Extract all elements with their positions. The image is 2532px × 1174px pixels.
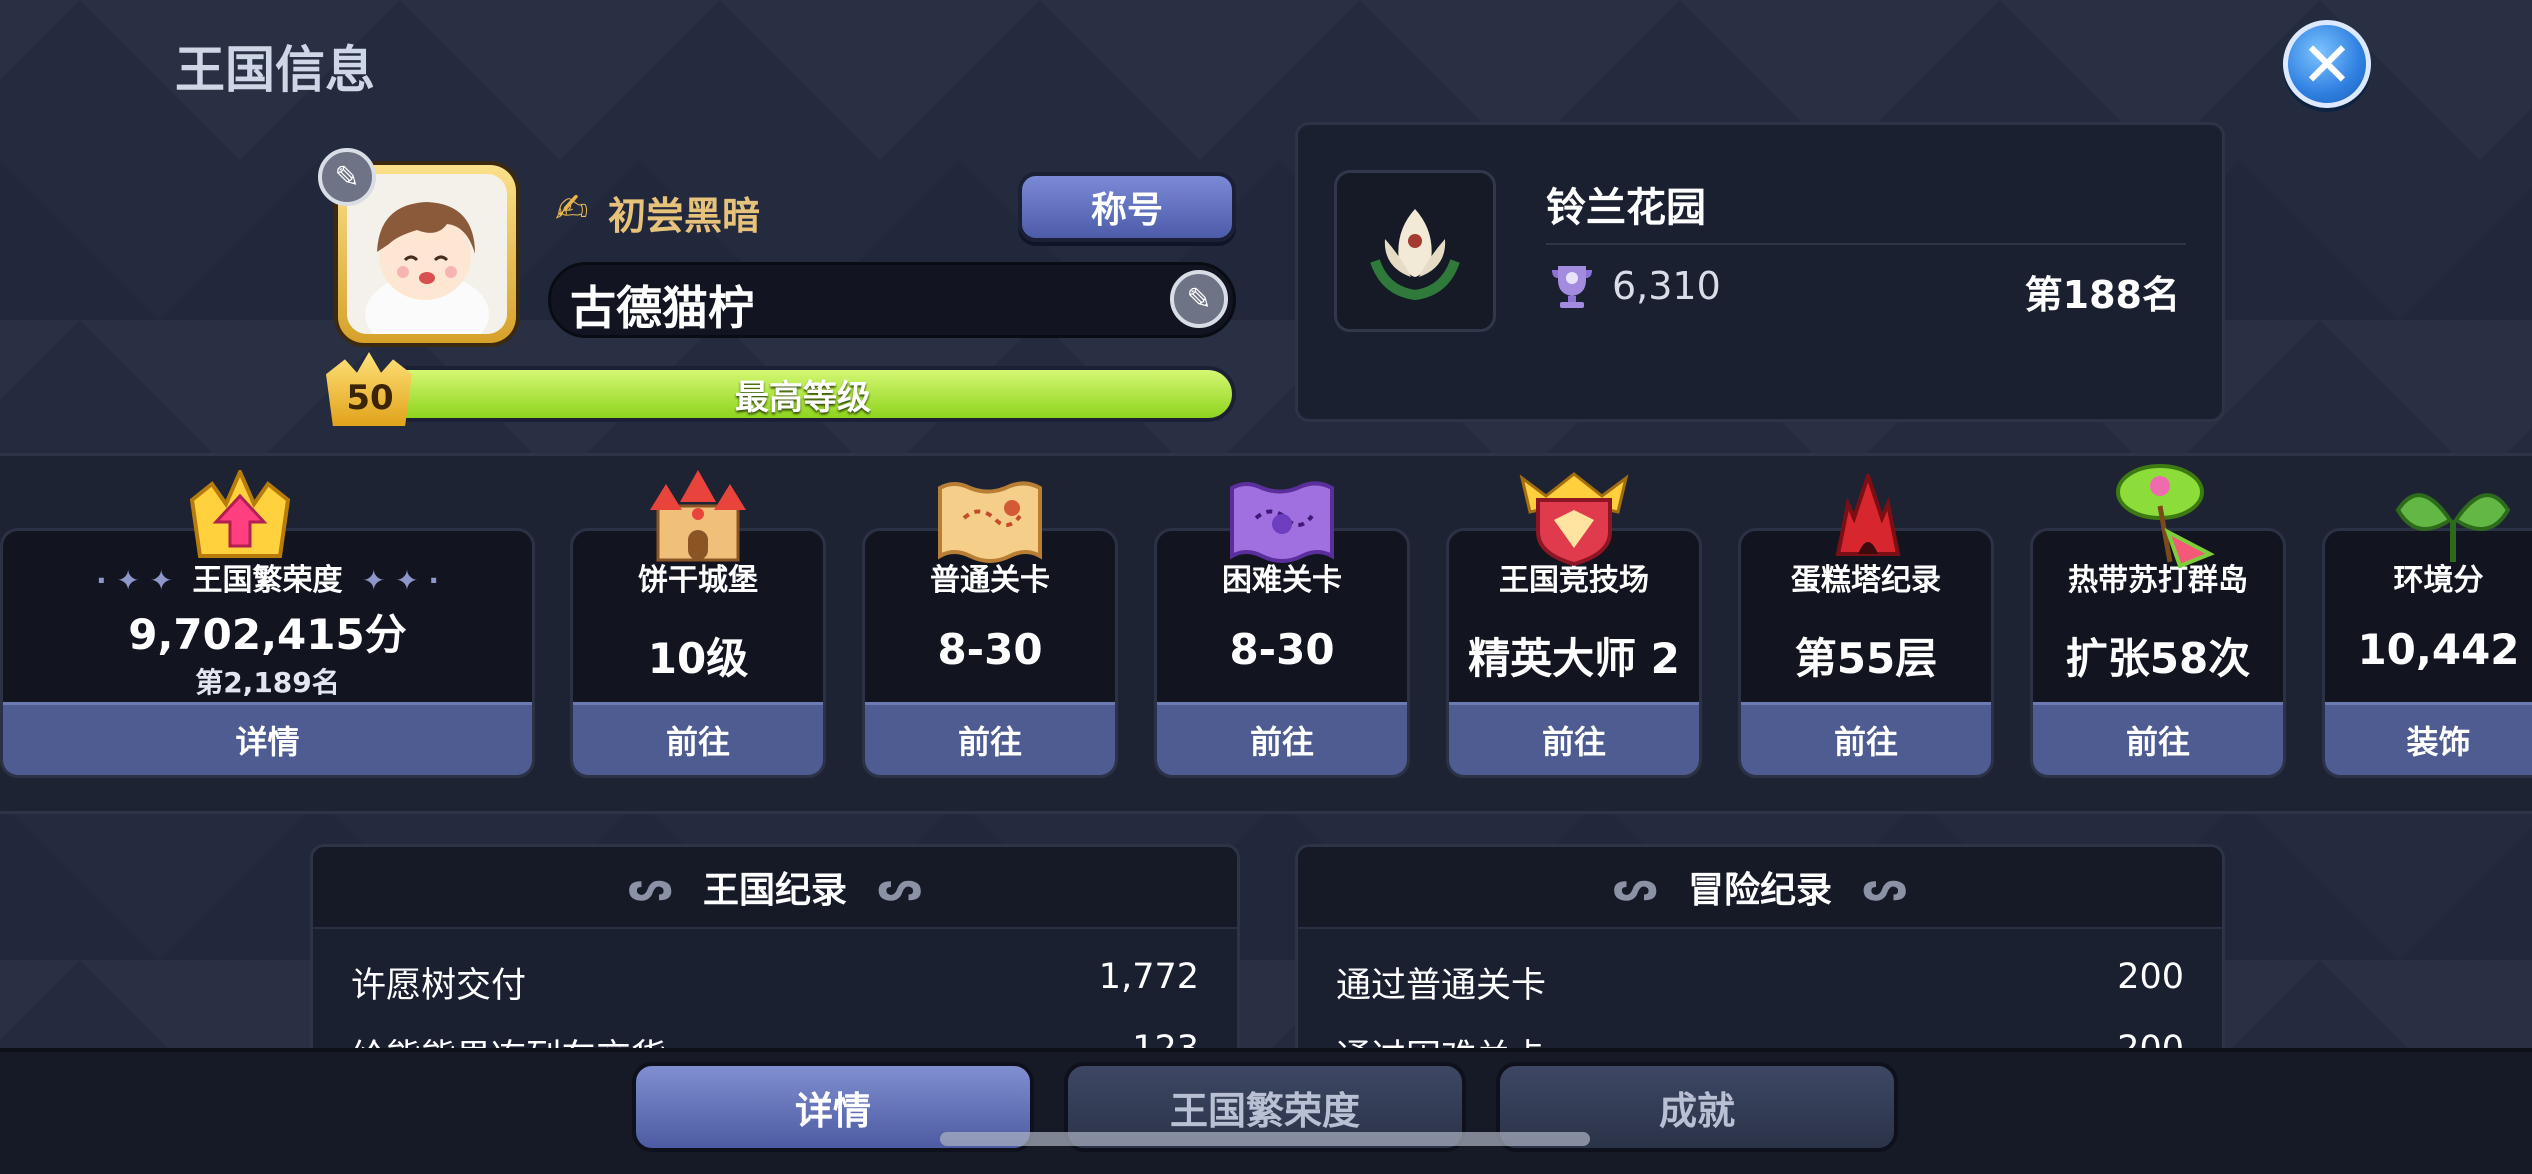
stat-card-environment: 环境分 10,442 装饰 [2322, 528, 2532, 778]
record-value: 200 [2117, 957, 2184, 997]
stat-label: 蛋糕塔纪录 [1791, 563, 1941, 598]
stat-card-cake-tower: 蛋糕塔纪录 第55层 前往 [1738, 528, 1994, 778]
sparkle-icon: · ✦ ✦ [95, 564, 193, 597]
arena-shield-icon [1519, 472, 1629, 566]
parasol-icon [2116, 464, 2215, 568]
title-button[interactable]: 称号 [1018, 172, 1236, 242]
stat-card-castle: 饼干城堡 10级 前往 [570, 528, 826, 778]
swirl-ornament-icon: ᔕ [877, 864, 923, 910]
lily-flower-icon [1370, 209, 1460, 301]
pencil-icon: ✎ [334, 159, 360, 195]
stat-value: 第55层 [1794, 634, 1938, 683]
stat-card-hard-stage: 困难关卡 8-30 前往 [1154, 528, 1410, 778]
panel-header: ᔕ 冒险纪录 ᔕ [1298, 847, 2222, 929]
stat-value: 10,442 [2357, 625, 2520, 674]
name-edit-button[interactable]: ✎ [1170, 270, 1228, 328]
swirl-ornament-icon: ᔕ [627, 864, 673, 910]
scroll-quill-icon: ✍ [555, 186, 589, 232]
close-button[interactable]: ✕ [2283, 20, 2371, 108]
record-row: 许愿树交付 1,772 [351, 957, 1199, 1008]
page-title: 王国信息 [175, 41, 375, 99]
stat-value: 10级 [647, 634, 749, 683]
stat-value: 精英大师 2 [1468, 634, 1680, 683]
avatar-image [347, 174, 507, 334]
guild-rank: 第188名 [2024, 273, 2180, 317]
sparkle-icon: ✦ ✦ · [342, 564, 440, 597]
purple-map-icon [1230, 481, 1334, 563]
go-button[interactable]: 前往 [1449, 702, 1699, 775]
player-name: 古德猫柠 [570, 281, 754, 335]
crown-arrow-icon [189, 470, 291, 558]
go-button[interactable]: 前往 [865, 702, 1115, 775]
avatar-edit-button[interactable]: ✎ [318, 148, 376, 206]
cake-tower-icon [1835, 474, 1901, 556]
close-icon: ✕ [2301, 27, 2353, 101]
swirl-ornament-icon: ᔕ [1862, 864, 1908, 910]
sprout-icon [2395, 493, 2511, 562]
swirl-ornament-icon: ᔕ [1612, 864, 1658, 910]
level-number: 50 [346, 378, 394, 418]
stat-label: · ✦ ✦ 王国繁荣度 ✦ ✦ · [95, 563, 440, 598]
go-button[interactable]: 前往 [1157, 702, 1407, 775]
stat-card-normal-stage: 普通关卡 8-30 前往 [862, 528, 1118, 778]
stat-value: 9,702,415分 [128, 610, 407, 659]
record-value: 1,772 [1098, 957, 1199, 997]
panel-title: 冒险纪录 [1687, 870, 1832, 911]
stat-value: 扩张58次 [2065, 634, 2251, 683]
panel-header: ᔕ 王国纪录 ᔕ [313, 847, 1237, 929]
stat-value: 8-30 [1229, 625, 1335, 674]
panel-title: 王国纪录 [702, 870, 847, 911]
trophy-icon [1544, 256, 1600, 312]
guild-name: 铃兰花园 [1546, 185, 1706, 231]
level-progress-bar: 最高等级 [370, 366, 1236, 422]
go-button[interactable]: 前往 [573, 702, 823, 775]
title-tag: 初尝黑暗 [608, 194, 761, 238]
divider [1546, 243, 2186, 245]
home-indicator[interactable] [940, 1132, 1590, 1146]
go-button[interactable]: 前往 [1741, 702, 1991, 775]
map-icon [938, 481, 1042, 563]
record-label: 许愿树交付 [351, 966, 527, 1006]
details-button[interactable]: 详情 [3, 702, 532, 775]
guild-score: 6,310 [1612, 264, 1721, 308]
castle-icon [650, 470, 746, 562]
guild-emblem [1334, 170, 1496, 332]
stat-value: 8-30 [937, 625, 1043, 674]
stat-card-prosperity: · ✦ ✦ 王国繁荣度 ✦ ✦ · 9,702,415分 第2,189名 详情 [0, 528, 535, 778]
record-label: 通过普通关卡 [1336, 966, 1547, 1006]
stat-rank: 第2,189名 [195, 666, 340, 699]
go-button[interactable]: 前往 [2033, 702, 2283, 775]
pencil-icon: ✎ [1186, 281, 1212, 317]
record-row: 通过普通关卡 200 [1336, 957, 2184, 1008]
decorate-button[interactable]: 装饰 [2325, 702, 2532, 775]
